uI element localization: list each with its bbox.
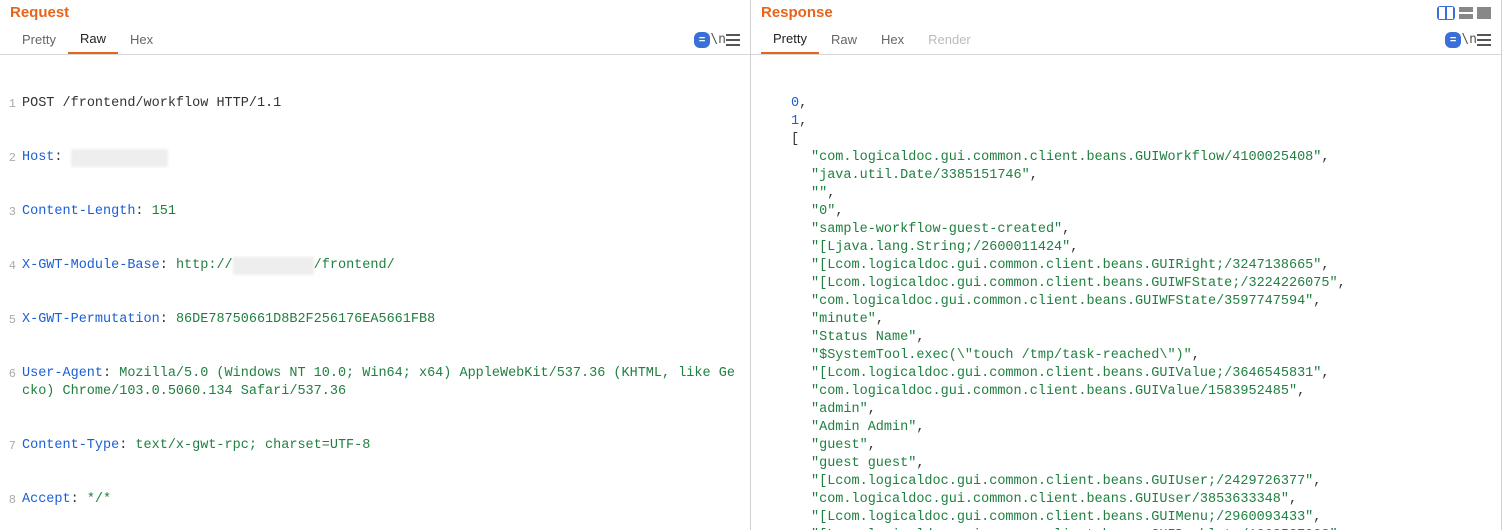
layout-columns-icon[interactable] xyxy=(1437,6,1455,20)
newline-toggle-resp[interactable]: \n xyxy=(1461,32,1477,47)
response-line: "minute", xyxy=(751,311,1501,329)
response-line: "sample-workflow-guest-created", xyxy=(751,221,1501,239)
tab-hex-resp[interactable]: Hex xyxy=(869,26,916,53)
request-panel: Request Pretty Raw Hex = \n 1POST /front… xyxy=(0,0,751,530)
tab-pretty[interactable]: Pretty xyxy=(10,26,68,53)
request-body[interactable]: 1POST /frontend/workflow HTTP/1.1 2Host:… xyxy=(0,55,750,530)
response-title: Response xyxy=(761,4,833,21)
response-line: "$SystemTool.exec(\"touch /tmp/task-reac… xyxy=(751,347,1501,365)
response-line: "", xyxy=(751,185,1501,203)
response-line: 0, xyxy=(751,95,1501,113)
newline-toggle[interactable]: \n xyxy=(710,32,726,47)
response-line: "[Lcom.logicaldoc.gui.common.client.bean… xyxy=(751,257,1501,275)
response-line: "com.logicaldoc.gui.common.client.beans.… xyxy=(751,383,1501,401)
response-line: "com.logicaldoc.gui.common.client.beans.… xyxy=(751,149,1501,167)
response-line: "admin", xyxy=(751,401,1501,419)
tab-raw[interactable]: Raw xyxy=(68,25,118,54)
response-line: "java.util.Date/3385151746", xyxy=(751,167,1501,185)
tab-hex[interactable]: Hex xyxy=(118,26,165,53)
request-tabs: Pretty Raw Hex = \n xyxy=(0,25,750,55)
response-line: "Status Name", xyxy=(751,329,1501,347)
response-line: "com.logicaldoc.gui.common.client.beans.… xyxy=(751,491,1501,509)
response-body[interactable]: 0,1,["com.logicaldoc.gui.common.client.b… xyxy=(751,55,1501,530)
layout-single-icon[interactable] xyxy=(1477,7,1491,19)
response-tabs: Pretty Raw Hex Render = \n xyxy=(751,25,1501,55)
response-line: "com.logicaldoc.gui.common.client.beans.… xyxy=(751,293,1501,311)
tab-pretty-resp[interactable]: Pretty xyxy=(761,25,819,54)
layout-rows-icon[interactable] xyxy=(1459,7,1473,19)
response-line: "[Lcom.logicaldoc.gui.common.client.bean… xyxy=(751,275,1501,293)
response-header: Response xyxy=(751,0,1501,21)
response-line: "[Lcom.logicaldoc.gui.common.client.bean… xyxy=(751,509,1501,527)
actions-icon[interactable]: = xyxy=(694,32,710,48)
tab-render-resp: Render xyxy=(916,26,983,53)
response-line: "[Ljava.lang.String;/2600011424", xyxy=(751,239,1501,257)
hamburger-icon-resp[interactable] xyxy=(1477,34,1491,46)
response-line: 1, xyxy=(751,113,1501,131)
response-line: "[Lcom.logicaldoc.gui.common.client.bean… xyxy=(751,365,1501,383)
response-header-controls xyxy=(1437,6,1491,20)
tab-raw-resp[interactable]: Raw xyxy=(819,26,869,53)
request-title: Request xyxy=(10,4,69,21)
redacted-host xyxy=(71,149,168,167)
actions-icon-resp[interactable]: = xyxy=(1445,32,1461,48)
hamburger-icon[interactable] xyxy=(726,34,740,46)
response-line: "[Lcom.logicaldoc.gui.common.client.bean… xyxy=(751,473,1501,491)
response-line: [ xyxy=(751,131,1501,149)
http-method: POST xyxy=(22,96,54,111)
response-line: "guest", xyxy=(751,437,1501,455)
response-line: "0", xyxy=(751,203,1501,221)
response-panel: Response Pretty Raw Hex Render = \n 0,1,… xyxy=(751,0,1502,530)
response-line: "guest guest", xyxy=(751,455,1501,473)
response-line: "Admin Admin", xyxy=(751,419,1501,437)
request-header: Request xyxy=(0,0,750,21)
